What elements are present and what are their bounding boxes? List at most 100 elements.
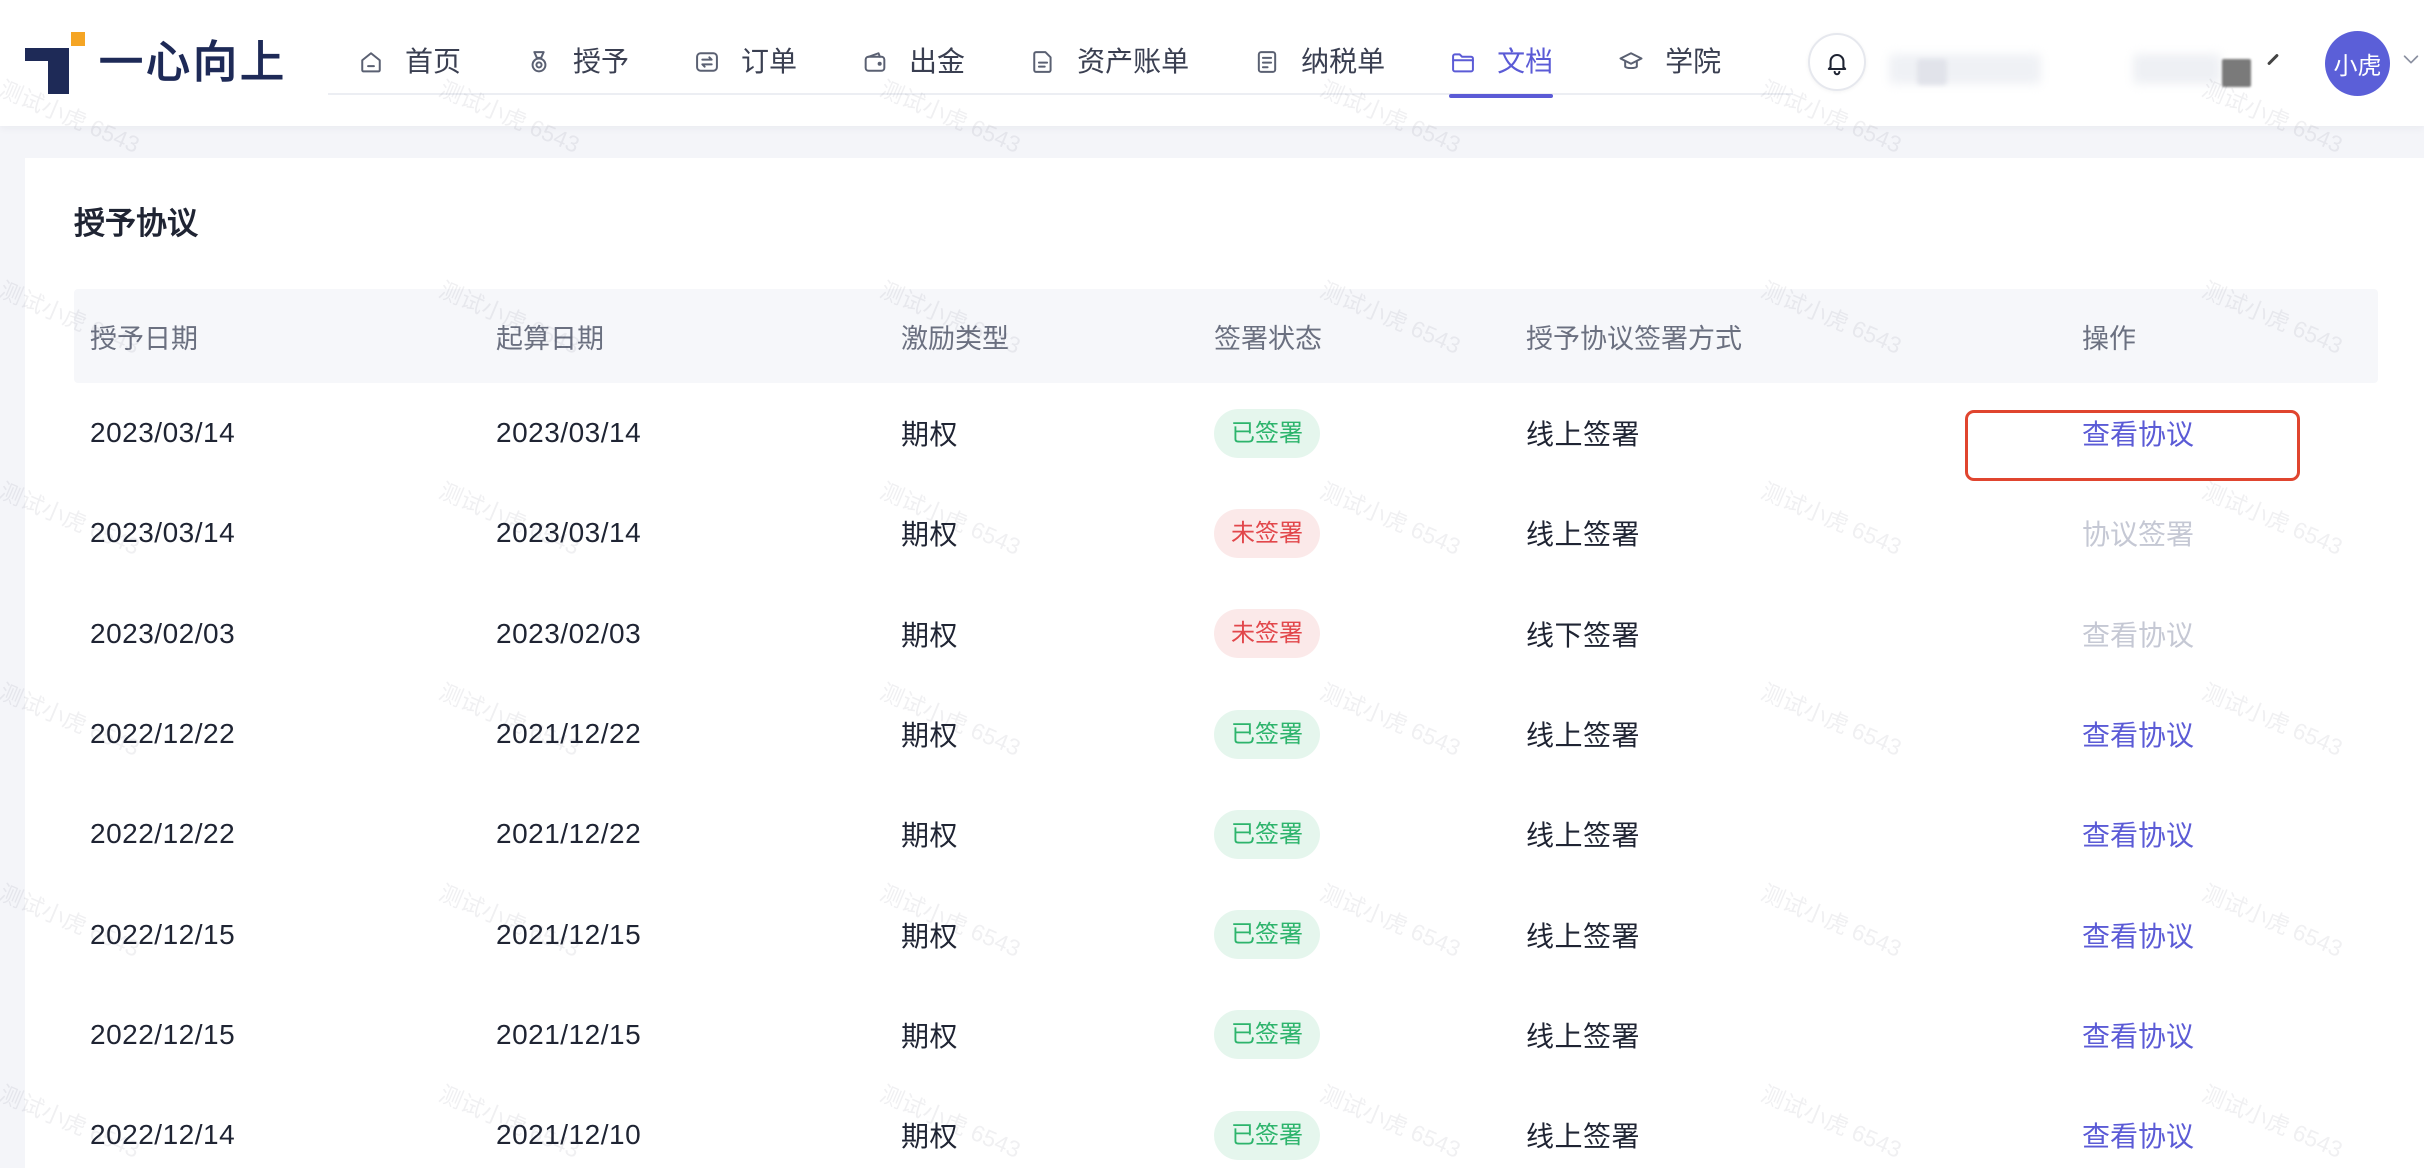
logo[interactable]: 一心向上 bbox=[25, 31, 287, 95]
cell-grant-date: 2022/12/22 bbox=[90, 818, 236, 850]
cell-sign-status: 已签署 bbox=[1214, 383, 1320, 483]
view-agreement-link[interactable]: 查看协议 bbox=[2082, 714, 2194, 754]
notifications-button[interactable] bbox=[1808, 33, 1866, 91]
nav-item-withdraw[interactable]: 出金 bbox=[861, 40, 965, 84]
cell-start-date: 2023/02/03 bbox=[496, 617, 642, 649]
cell-sign-status: 已签署 bbox=[1214, 985, 1320, 1085]
redacted-info bbox=[1889, 54, 2041, 84]
nav-label: 首页 bbox=[405, 46, 462, 77]
cell-grant-date: 2023/03/14 bbox=[90, 417, 236, 449]
view-agreement-link[interactable]: 查看协议 bbox=[2082, 915, 2194, 955]
cell-action: 查看协议 bbox=[2082, 1085, 2194, 1168]
wallet-icon bbox=[864, 52, 886, 72]
bell-icon bbox=[1827, 53, 1847, 76]
cell-incentive-type: 期权 bbox=[901, 920, 959, 952]
logo-text: 一心向上 bbox=[99, 38, 287, 87]
folder-icon bbox=[1452, 53, 1475, 73]
page-title: 授予协议 bbox=[74, 206, 198, 241]
cell-start-date: 2021/12/10 bbox=[496, 1119, 642, 1151]
cell-incentive-type: 期权 bbox=[901, 1020, 959, 1052]
cell-start-date: 2021/12/22 bbox=[496, 818, 642, 850]
cell-start-date: 2023/03/14 bbox=[496, 417, 642, 449]
column-header-actions: 操作 bbox=[2082, 323, 2136, 354]
cell-sign-status: 已签署 bbox=[1214, 884, 1320, 984]
status-badge: 已签署 bbox=[1214, 709, 1320, 759]
column-header-sign-status: 签署状态 bbox=[1214, 323, 1322, 354]
cell-start-date: 2021/12/15 bbox=[496, 1018, 642, 1050]
cell-incentive-type: 期权 bbox=[901, 720, 959, 752]
tax-form-icon bbox=[1257, 51, 1277, 73]
cell-action: 协议签署 bbox=[2082, 483, 2194, 583]
nav-item-asset-bills[interactable]: 资产账单 bbox=[1029, 40, 1189, 84]
table-row: 2023/03/14 2023/03/14 期权 未签署 线上签署 协议签署 bbox=[74, 483, 2378, 583]
column-header-incentive-type: 激励类型 bbox=[901, 323, 1009, 354]
bill-icon bbox=[1033, 51, 1052, 73]
cell-incentive-type: 期权 bbox=[901, 1121, 959, 1153]
column-header-sign-method: 授予协议签署方式 bbox=[1526, 323, 1742, 354]
nav-label: 授予 bbox=[573, 46, 630, 77]
cell-action: 查看协议 bbox=[2082, 884, 2194, 984]
main-nav: 首页 授予 订单 出金 资产账单 纳税单 文档 学院 bbox=[357, 40, 1721, 98]
status-badge: 已签署 bbox=[1214, 809, 1320, 859]
content-card: 授予协议 授予日期 起算日期 激励类型 签署状态 授予协议签署方式 操作 202… bbox=[25, 158, 2424, 1168]
view-agreement-link[interactable]: 查看协议 bbox=[2082, 1015, 2194, 1055]
nav-item-grant[interactable]: 授予 bbox=[525, 40, 629, 84]
chevron-down-icon[interactable] bbox=[2400, 48, 2422, 70]
cell-sign-method: 线下签署 bbox=[1526, 619, 1641, 651]
nav-item-academy[interactable]: 学院 bbox=[1617, 40, 1721, 84]
nav-item-home[interactable]: 首页 bbox=[357, 40, 461, 84]
view-agreement-link[interactable]: 查看协议 bbox=[2082, 1115, 2194, 1155]
table-row: 2022/12/15 2021/12/15 期权 已签署 线上签署 查看协议 bbox=[74, 884, 2378, 984]
cell-incentive-type: 期权 bbox=[901, 820, 959, 852]
redacted-info bbox=[1917, 59, 1947, 85]
table-body: 2023/03/14 2023/03/14 期权 已签署 线上签署 查看协议 2023/03… bbox=[74, 383, 2378, 1168]
table-row: 2022/12/22 2021/12/22 期权 已签署 线上签署 查看协议 bbox=[74, 784, 2378, 884]
redacted-info bbox=[2133, 54, 2221, 84]
top-header: 一心向上 首页 授予 订单 出金 资产账单 纳税单 文档 学院 小虎 bbox=[0, 0, 2424, 126]
status-badge: 已签署 bbox=[1214, 1010, 1320, 1060]
status-badge: 未签署 bbox=[1214, 609, 1320, 659]
cell-action: 查看协议 bbox=[2082, 584, 2194, 684]
cell-start-date: 2021/12/15 bbox=[496, 918, 642, 950]
cell-sign-method: 线上签署 bbox=[1526, 1121, 1641, 1153]
view-agreement-link: 查看协议 bbox=[2082, 619, 2195, 651]
status-badge: 已签署 bbox=[1214, 408, 1320, 458]
sign-agreement-link: 协议签署 bbox=[2082, 519, 2195, 551]
page: 一心向上 首页 授予 订单 出金 资产账单 纳税单 文档 学院 小虎 授予协议 … bbox=[0, 0, 2424, 1168]
cell-sign-method: 线上签署 bbox=[1526, 720, 1641, 752]
table-header: 授予日期 起算日期 激励类型 签署状态 授予协议签署方式 操作 bbox=[74, 289, 2378, 383]
avatar[interactable]: 小虎 bbox=[2325, 31, 2390, 96]
cell-sign-status: 已签署 bbox=[1214, 1085, 1320, 1168]
cell-grant-date: 2022/12/15 bbox=[90, 1018, 236, 1050]
nav-label: 出金 bbox=[909, 46, 966, 77]
graduation-cap-icon bbox=[1619, 52, 1643, 70]
status-badge: 已签署 bbox=[1214, 910, 1320, 960]
nav-divider bbox=[328, 93, 1793, 95]
table-row: 2023/02/03 2023/02/03 期权 未签署 线下签署 查看协议 bbox=[74, 584, 2378, 684]
nav-item-orders[interactable]: 订单 bbox=[693, 40, 797, 84]
view-agreement-link[interactable]: 查看协议 bbox=[2082, 814, 2194, 854]
brand-mark-icon bbox=[25, 32, 85, 94]
column-header-grant-date: 授予日期 bbox=[90, 323, 198, 354]
nav-label: 纳税单 bbox=[1301, 46, 1386, 77]
nav-label: 文档 bbox=[1497, 46, 1554, 77]
nav-item-documents[interactable]: 文档 bbox=[1449, 40, 1554, 98]
cell-incentive-type: 期权 bbox=[901, 619, 959, 651]
nav-item-tax[interactable]: 纳税单 bbox=[1253, 40, 1385, 84]
cell-start-date: 2021/12/22 bbox=[496, 718, 642, 750]
highlight-box bbox=[1965, 410, 2300, 481]
cell-sign-method: 线上签署 bbox=[1526, 419, 1641, 451]
medal-icon bbox=[531, 51, 547, 73]
table-row: 2022/12/22 2021/12/22 期权 已签署 线上签署 查看协议 bbox=[74, 684, 2378, 784]
cell-action: 查看协议 bbox=[2082, 684, 2194, 784]
cell-sign-status: 已签署 bbox=[1214, 784, 1320, 884]
transfer-icon bbox=[696, 52, 718, 72]
cell-sign-method: 线上签署 bbox=[1526, 1020, 1641, 1052]
cell-grant-date: 2022/12/22 bbox=[90, 718, 236, 750]
cell-sign-status: 已签署 bbox=[1214, 684, 1320, 784]
cell-sign-method: 线上签署 bbox=[1526, 920, 1641, 952]
status-badge: 未签署 bbox=[1214, 508, 1320, 558]
cell-sign-method: 线上签署 bbox=[1526, 519, 1641, 551]
cell-grant-date: 2023/03/14 bbox=[90, 517, 236, 549]
table-row: 2022/12/15 2021/12/15 期权 已签署 线上签署 查看协议 bbox=[74, 985, 2378, 1085]
